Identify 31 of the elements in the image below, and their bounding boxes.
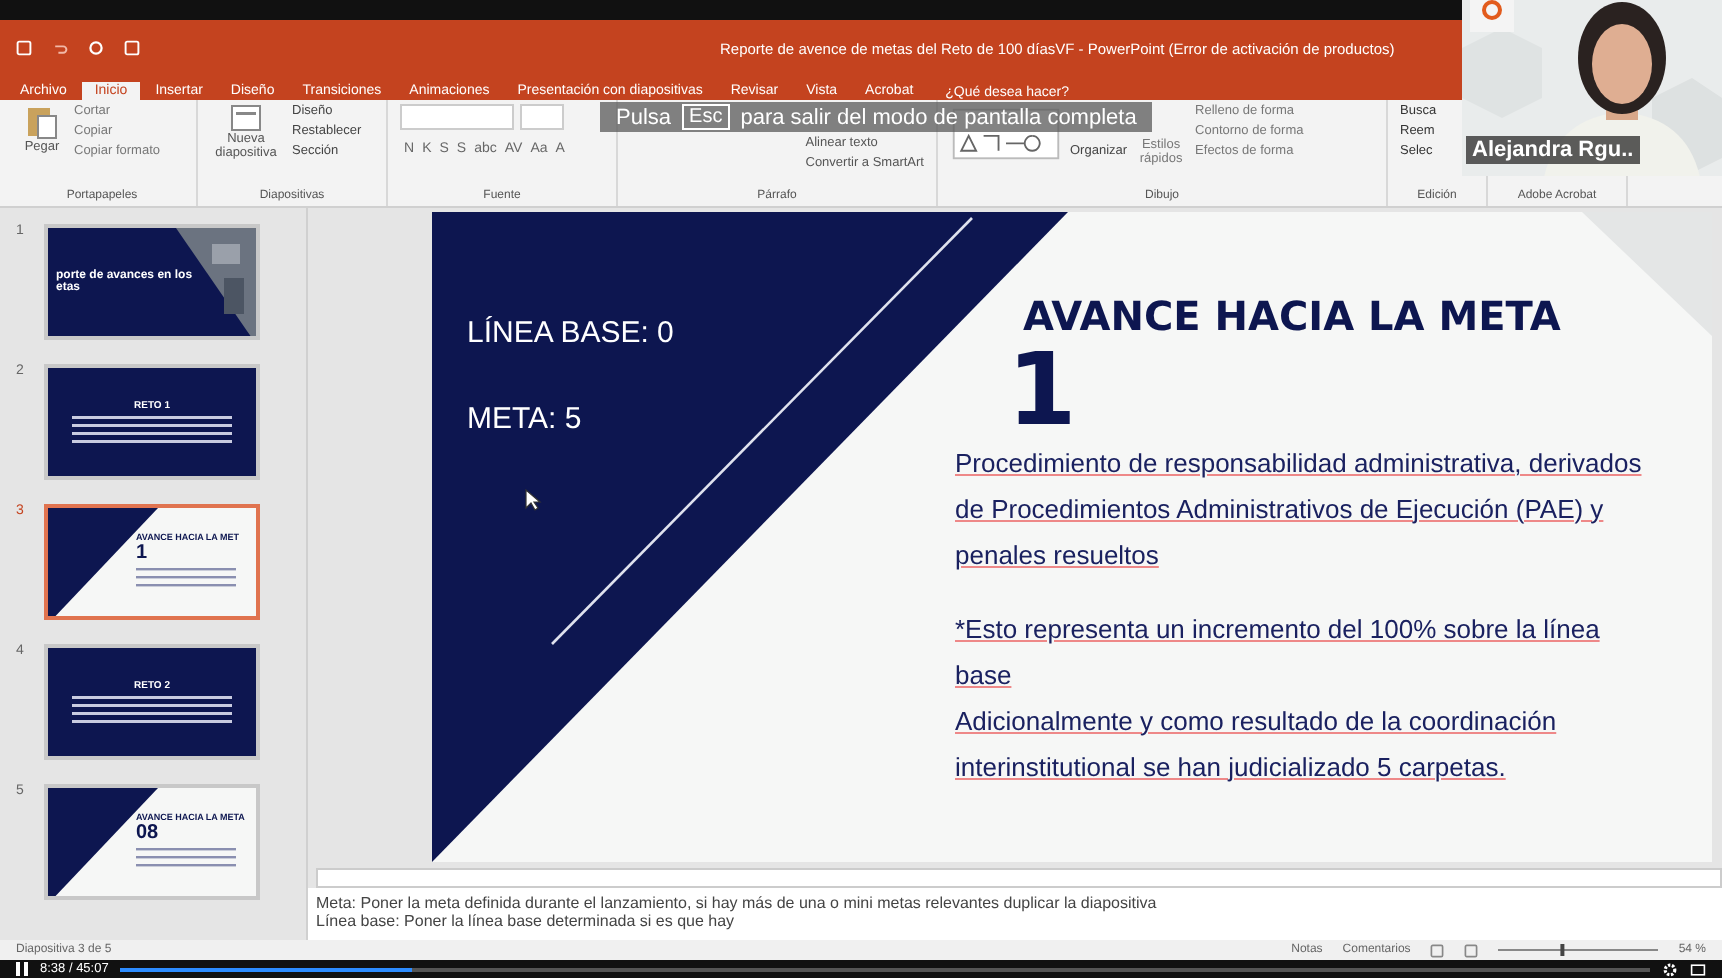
undo-icon[interactable] — [52, 40, 68, 56]
notice-text: para salir del modo de pantalla completa — [740, 105, 1137, 129]
settings-icon[interactable] — [1662, 961, 1678, 977]
note-text: Línea base: Poner la línea base determinada si es que hay — [316, 912, 737, 930]
esc-key: Esc — [681, 104, 731, 130]
text-lines-drawing — [136, 844, 236, 872]
notice-text: Pulsa — [616, 105, 672, 129]
sorter-view-icon — [1464, 943, 1479, 957]
slide-value: 1 — [1007, 340, 1079, 440]
participant-name: Alejandra Rgu.. — [1466, 136, 1640, 164]
thumbnail-value: 1 — [136, 542, 150, 564]
save-icon — [16, 40, 32, 56]
pause-icon[interactable] — [16, 962, 28, 976]
redo-icon[interactable] — [88, 40, 104, 56]
slide-paragraph: *Esto representa un incremento del 100% sobre la línea base — [955, 612, 1602, 694]
zoom-slider[interactable] — [1498, 944, 1659, 956]
horizontal-scrollbar[interactable] — [316, 868, 1722, 888]
text-lines-drawing — [136, 564, 236, 592]
baseline-text: LÍNEA BASE: 0 — [467, 316, 676, 350]
slide-title: AVANCE HACIA LA META — [1023, 292, 1563, 340]
cursor-icon — [523, 488, 541, 512]
fullscreen-icon[interactable] — [1690, 961, 1706, 977]
goal-text: META: 5 — [467, 402, 584, 436]
normal-view-icon — [1430, 943, 1445, 957]
font-size-field[interactable] — [520, 104, 564, 130]
zoom-slider-thumb[interactable] — [1561, 944, 1566, 956]
slide-paragraph: Procedimiento de responsabilidad administrativa, derivados de Procedimientos Administrativos de Ejecución (PAE) y penales resueltos — [955, 446, 1644, 574]
slide-paragraph: Adicionalmente y como resultado de la coordinación interinstitutional se han judicializado 5 carpetas. — [955, 704, 1559, 786]
note-text: Meta: Poner la meta definida durante el lanzamiento, si hay más de una o mini metas relevantes duplicar la diapositiva — [316, 894, 1159, 912]
thumbnail-value: 08 — [136, 822, 161, 844]
font-name-field[interactable] — [400, 104, 514, 130]
